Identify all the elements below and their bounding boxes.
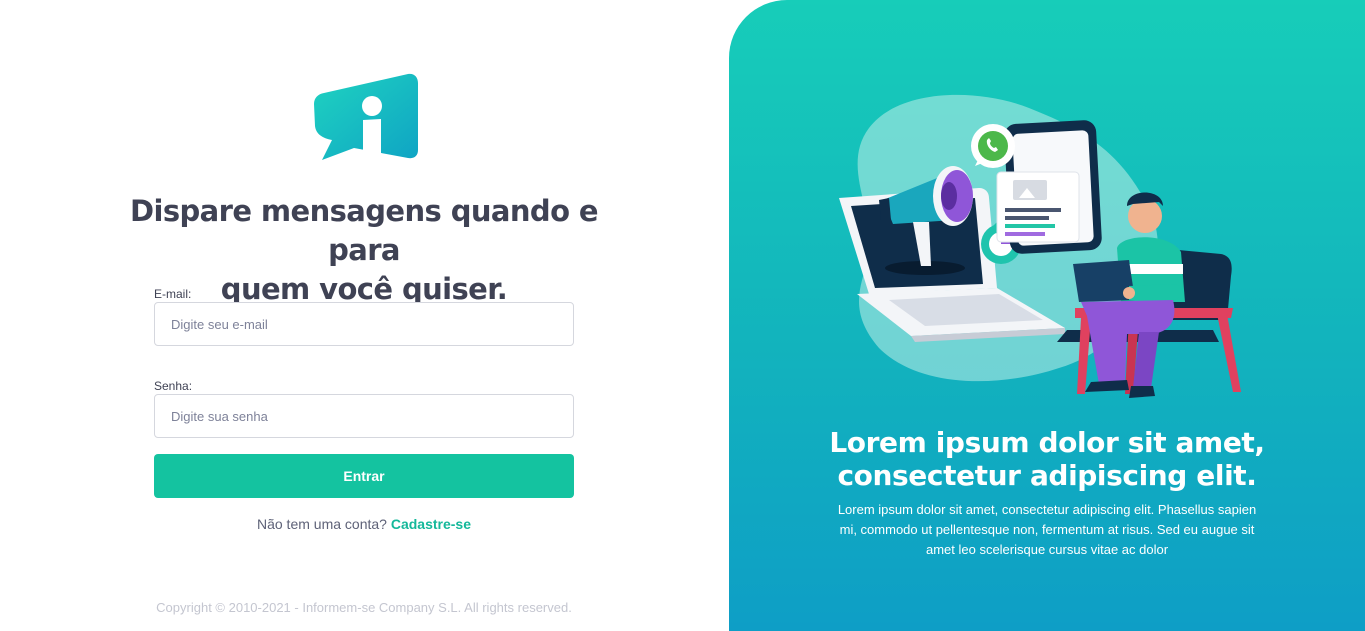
marketing-illustration [839,94,1241,398]
promo-text: Lorem ipsum dolor sit amet, consectetur … [837,502,1257,557]
brand-logo-icon [314,73,418,160]
whatsapp-icon [971,124,1015,168]
copyright-text: Copyright © 2010-2021 - Informem-se Comp… [156,600,572,615]
promo-panel: Lorem ipsum dolor sit amet, consectetur … [729,0,1365,631]
email-label: E-mail: [154,287,192,301]
promo-title: Lorem ipsum dolor sit amet, consectetur … [729,426,1365,492]
signup-prompt: Não tem uma conta? Cadastre-se [154,516,574,532]
login-button[interactable]: Entrar [154,454,574,498]
login-page: Dispare mensagens quando e para quem voc… [0,0,1365,631]
headline-line-1: Dispare mensagens quando e para [130,194,599,267]
email-field[interactable] [154,302,574,346]
promo-title-line-2: consectetur adipiscing elit. [837,459,1257,492]
signup-prompt-text: Não tem uma conta? [256,516,387,532]
headline-line-2: quem você quiser. [220,272,508,306]
signup-link[interactable]: Cadastre-se [391,516,471,532]
login-panel: Dispare mensagens quando e para quem voc… [0,0,729,631]
promo-title-line-1: Lorem ipsum dolor sit amet, [829,426,1265,459]
password-label: Senha: [154,379,193,393]
password-field[interactable] [154,394,574,438]
